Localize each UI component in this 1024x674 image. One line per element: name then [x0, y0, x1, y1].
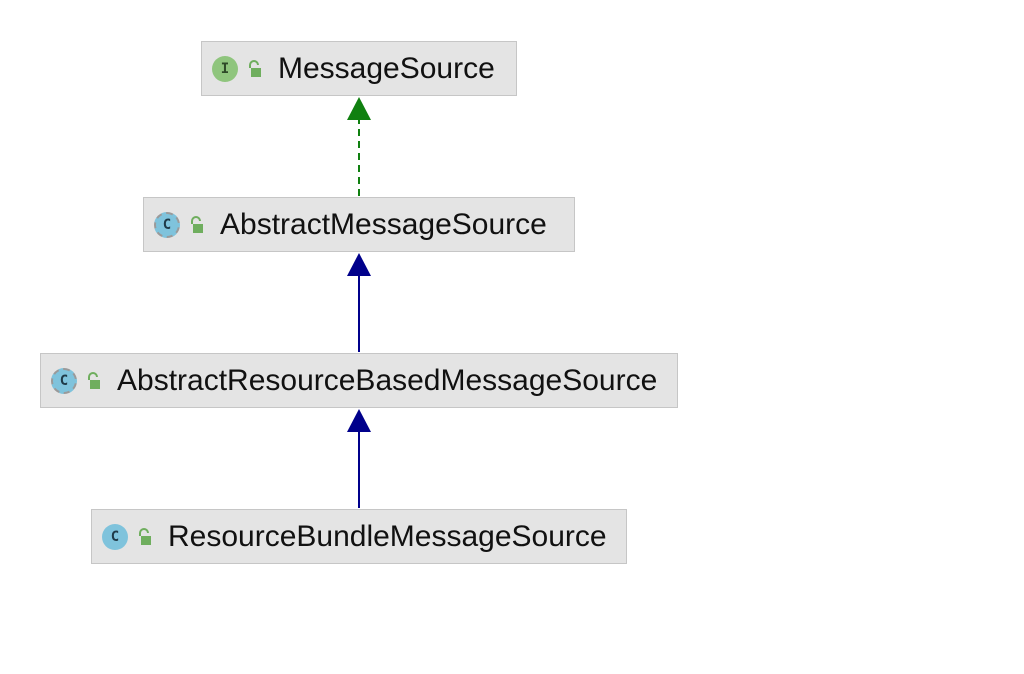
node-label: AbstractMessageSource [220, 207, 547, 241]
node-resource-bundle-message-source[interactable]: C ResourceBundleMessageSource [91, 509, 627, 564]
interface-icon: I [212, 55, 238, 82]
node-label: AbstractResourceBasedMessageSource [117, 363, 658, 397]
abstract-class-icon: C [154, 211, 180, 238]
abstract-class-icon: C [51, 367, 77, 394]
extends-arrowhead-1 [347, 253, 371, 276]
node-abstract-message-source[interactable]: C AbstractMessageSource [143, 197, 575, 252]
extends-arrowhead-2 [347, 409, 371, 432]
public-lock-icon [139, 527, 151, 545]
implements-arrowhead [347, 97, 371, 120]
inheritance-edges [347, 97, 371, 508]
node-abstract-resource-based-message-source[interactable]: C AbstractResourceBasedMessageSource [40, 353, 678, 408]
public-lock-icon [191, 215, 203, 233]
node-label: MessageSource [278, 51, 495, 85]
class-icon: C [102, 523, 128, 550]
public-lock-icon [88, 371, 100, 389]
node-label: ResourceBundleMessageSource [168, 519, 607, 553]
public-lock-icon [249, 59, 261, 77]
node-message-source[interactable]: I MessageSource [201, 41, 517, 96]
